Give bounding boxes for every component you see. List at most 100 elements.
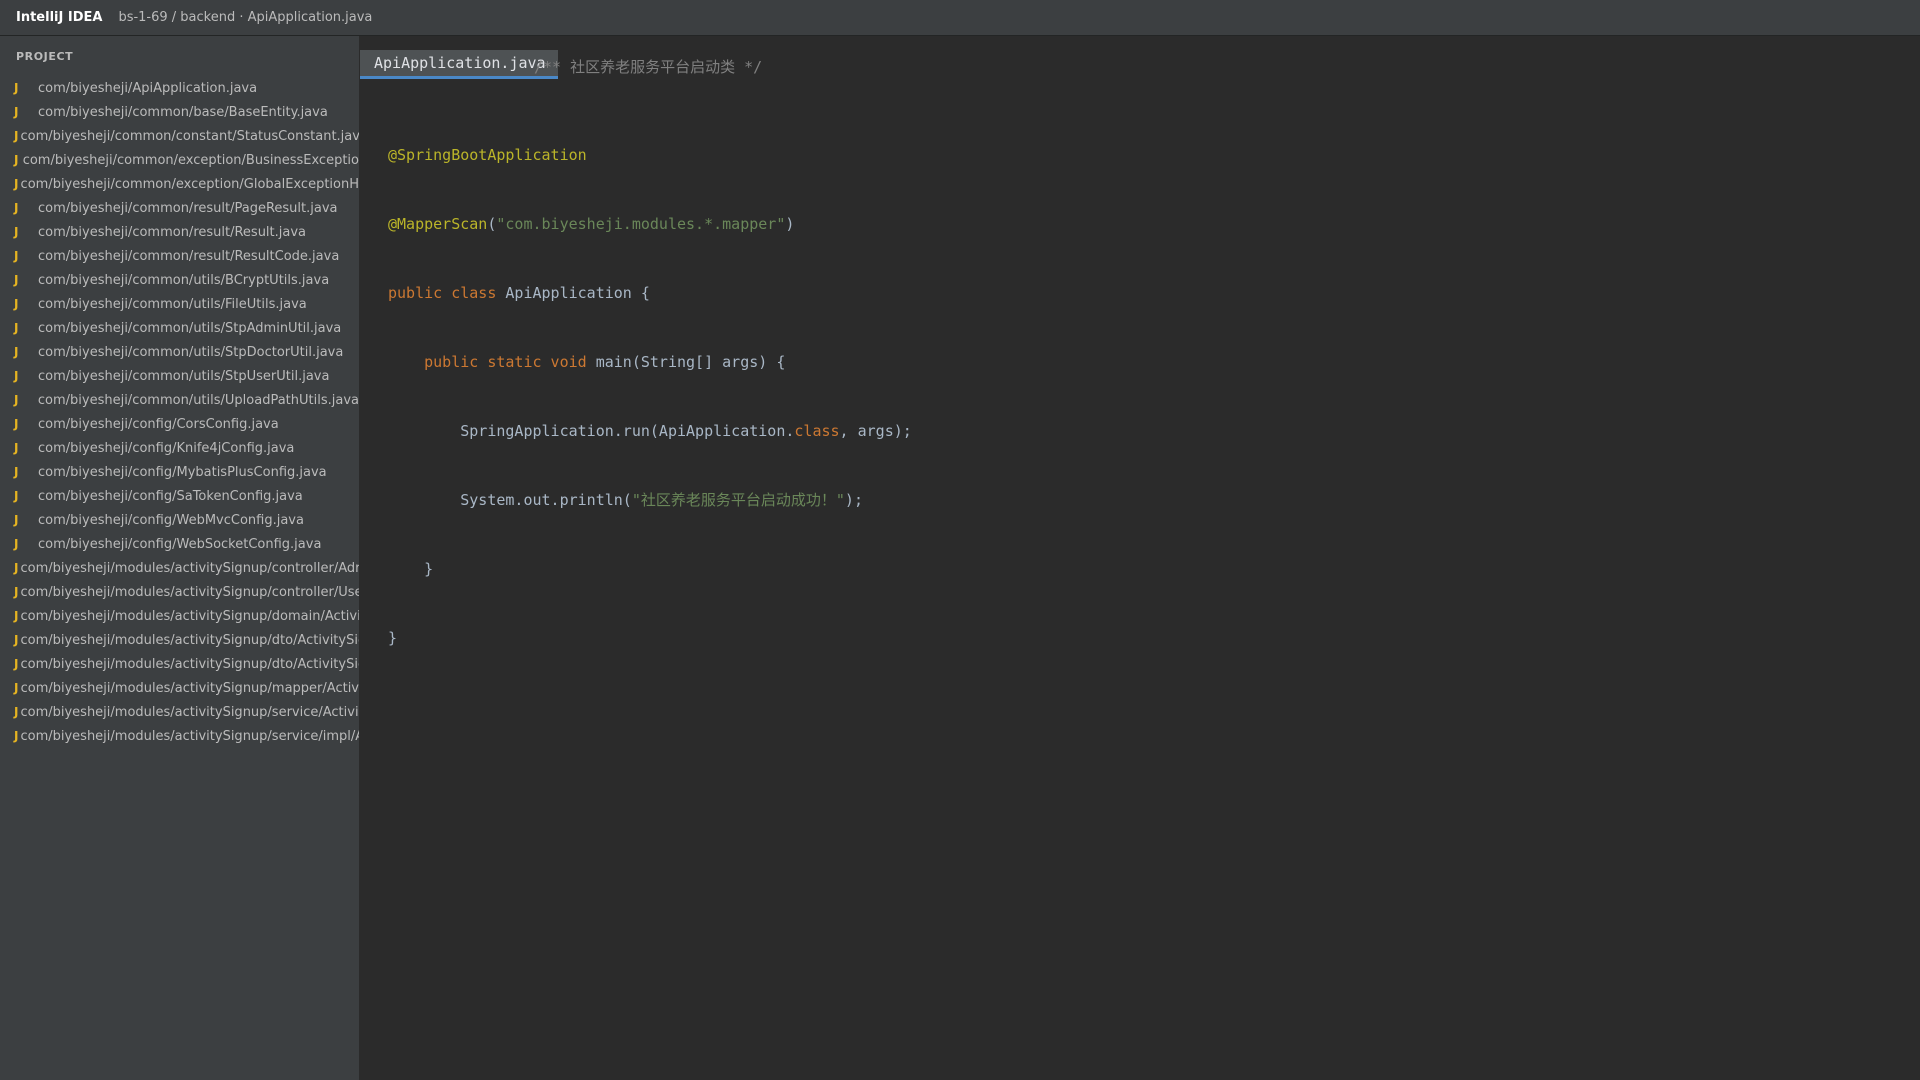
code-line-2: @MapperScan("com.biyesheji.modules.*.map…: [388, 215, 795, 233]
file-tree-item[interactable]: Jcom/biyesheji/modules/activitySignup/se…: [0, 700, 359, 724]
file-name-label: com/biyesheji/common/result/ResultCode.j…: [38, 248, 340, 264]
tab-apiapplication-java[interactable]: ApiApplication.java: [360, 50, 558, 79]
project-sidebar: PROJECT Jcom/biyesheji/ApiApplication.ja…: [0, 36, 360, 1080]
file-name-label: com/biyesheji/modules/activitySignup/dto…: [20, 656, 359, 672]
java-file-icon: J: [14, 273, 19, 287]
file-tree-item[interactable]: Jcom/biyesheji/common/constant/StatusCon…: [0, 124, 359, 148]
file-tree-item[interactable]: Jcom/biyesheji/common/utils/BCryptUtils.…: [0, 268, 359, 292]
file-tree-item[interactable]: Jcom/biyesheji/common/utils/StpDoctorUti…: [0, 340, 359, 364]
file-name-label: com/biyesheji/common/result/Result.java: [38, 224, 307, 240]
file-tree-item[interactable]: Jcom/biyesheji/ApiApplication.java: [0, 76, 359, 100]
file-tree-item[interactable]: Jcom/biyesheji/modules/activitySignup/do…: [0, 604, 359, 628]
code-line-7: }: [388, 560, 434, 578]
java-file-icon: J: [14, 537, 19, 551]
java-file-icon: J: [14, 153, 19, 167]
java-file-icon: J: [14, 441, 19, 455]
java-file-icon: J: [14, 513, 19, 527]
class-doc-comment: /** 社区养老服务平台启动类 */: [534, 58, 763, 76]
file-tree-item[interactable]: Jcom/biyesheji/common/result/ResultCode.…: [0, 244, 359, 268]
java-file-icon: J: [14, 729, 19, 743]
java-file-icon: J: [14, 225, 19, 239]
file-tree-item[interactable]: Jcom/biyesheji/common/exception/GlobalEx…: [0, 172, 359, 196]
java-file-icon: J: [14, 585, 19, 599]
file-tree-item[interactable]: Jcom/biyesheji/modules/activitySignup/se…: [0, 724, 359, 748]
file-name-label: com/biyesheji/modules/activitySignup/dto…: [20, 632, 359, 648]
tab-label: ApiApplication.java: [374, 54, 546, 72]
editor-tab-bar: ApiApplication.java /** 社区养老服务平台启动类 */: [360, 36, 1920, 82]
file-name-label: com/biyesheji/common/utils/UploadPathUti…: [37, 392, 359, 408]
file-tree-item[interactable]: Jcom/biyesheji/common/exception/Business…: [0, 148, 359, 172]
file-tree-item[interactable]: Jcom/biyesheji/config/Knife4jConfig.java: [0, 436, 359, 460]
file-name-label: com/biyesheji/config/Knife4jConfig.java: [38, 440, 295, 456]
file-tree-item[interactable]: Jcom/biyesheji/modules/activitySignup/co…: [0, 580, 359, 604]
file-tree: Jcom/biyesheji/ApiApplication.java Jcom/b…: [0, 76, 359, 748]
file-name-label: com/biyesheji/config/WebSocketConfig.jav…: [38, 536, 322, 552]
java-file-icon: J: [14, 249, 19, 263]
file-name-label: com/biyesheji/common/utils/BCryptUtils.j…: [38, 272, 330, 288]
file-name-label: com/biyesheji/common/utils/FileUtils.jav…: [38, 296, 307, 312]
java-file-icon: J: [14, 321, 19, 335]
breadcrumb[interactable]: bs-1-69 / backend · ApiApplication.java: [118, 10, 372, 25]
file-name-label: com/biyesheji/common/base/BaseEntity.jav…: [38, 104, 328, 120]
code-editor[interactable]: ApiApplication.java /** 社区养老服务平台启动类 */ @…: [360, 36, 1920, 1080]
file-tree-item[interactable]: Jcom/biyesheji/common/utils/StpUserUtil.…: [0, 364, 359, 388]
file-name-label: com/biyesheji/modules/activitySignup/dom…: [20, 608, 359, 624]
file-tree-item[interactable]: Jcom/biyesheji/modules/activitySignup/ma…: [0, 676, 359, 700]
file-tree-item[interactable]: Jcom/biyesheji/modules/activitySignup/dt…: [0, 628, 359, 652]
file-name-label: com/biyesheji/modules/activitySignup/ser…: [20, 704, 359, 720]
java-file-icon: J: [14, 105, 19, 119]
java-file-icon: J: [14, 369, 19, 383]
java-file-icon: J: [14, 465, 19, 479]
java-file-icon: J: [14, 81, 19, 95]
file-name-label: com/biyesheji/modules/activitySignup/ser…: [20, 728, 359, 744]
file-name-label: com/biyesheji/common/result/PageResult.j…: [38, 200, 338, 216]
title-bar: IntelliJ IDEA bs-1-69 / backend · ApiApp…: [0, 0, 1920, 36]
java-file-icon: J: [14, 489, 19, 503]
file-tree-item[interactable]: Jcom/biyesheji/modules/activitySignup/dt…: [0, 652, 359, 676]
file-tree-item[interactable]: Jcom/biyesheji/common/utils/FileUtils.ja…: [0, 292, 359, 316]
file-tree-item[interactable]: Jcom/biyesheji/common/result/PageResult.…: [0, 196, 359, 220]
file-name-label: com/biyesheji/common/utils/StpDoctorUtil…: [38, 344, 344, 360]
java-file-icon: J: [14, 609, 19, 623]
java-file-icon: J: [14, 129, 19, 143]
app-name: IntelliJ IDEA: [16, 10, 103, 25]
java-file-icon: J: [14, 681, 19, 695]
file-tree-item[interactable]: Jcom/biyesheji/common/utils/UploadPathUt…: [0, 388, 359, 412]
file-name-label: com/biyesheji/common/constant/StatusCons…: [20, 128, 359, 144]
code-line-3: public class ApiApplication {: [388, 284, 650, 302]
java-file-icon: J: [14, 393, 19, 407]
code-line-6: System.out.println("社区养老服务平台启动成功！");: [460, 491, 863, 509]
code-line-5: SpringApplication.run(ApiApplication.cla…: [460, 422, 912, 440]
file-name-label: com/biyesheji/common/utils/StpAdminUtil.…: [38, 320, 342, 336]
java-file-icon: J: [14, 705, 19, 719]
file-name-label: com/biyesheji/config/MybatisPlusConfig.j…: [38, 464, 327, 480]
file-name-label: com/biyesheji/config/SaTokenConfig.java: [38, 488, 303, 504]
file-name-label: com/biyesheji/config/CorsConfig.java: [38, 416, 279, 432]
file-name-label: com/biyesheji/common/exception/BusinessE…: [22, 152, 359, 168]
java-file-icon: J: [14, 345, 19, 359]
file-tree-item[interactable]: Jcom/biyesheji/config/SaTokenConfig.java: [0, 484, 359, 508]
code-area[interactable]: @SpringBootApplication @MapperScan("com.…: [388, 98, 912, 696]
file-tree-item[interactable]: Jcom/biyesheji/common/utils/StpAdminUtil…: [0, 316, 359, 340]
file-name-label: com/biyesheji/ApiApplication.java: [38, 80, 258, 96]
java-file-icon: J: [14, 561, 19, 575]
file-tree-item[interactable]: Jcom/biyesheji/config/WebMvcConfig.java: [0, 508, 359, 532]
file-tree-item[interactable]: Jcom/biyesheji/modules/activitySignup/co…: [0, 556, 359, 580]
java-file-icon: J: [14, 177, 19, 191]
java-file-icon: J: [14, 657, 19, 671]
file-name-label: com/biyesheji/modules/activitySignup/con…: [20, 560, 359, 576]
java-file-icon: J: [14, 417, 19, 431]
file-tree-item[interactable]: Jcom/biyesheji/config/WebSocketConfig.ja…: [0, 532, 359, 556]
file-tree-item[interactable]: Jcom/biyesheji/common/base/BaseEntity.ja…: [0, 100, 359, 124]
project-panel-header: PROJECT: [16, 50, 74, 63]
file-tree-item[interactable]: Jcom/biyesheji/config/MybatisPlusConfig.…: [0, 460, 359, 484]
file-tree-item[interactable]: Jcom/biyesheji/config/CorsConfig.java: [0, 412, 359, 436]
file-name-label: com/biyesheji/modules/activitySignup/map…: [20, 680, 359, 696]
file-name-label: com/biyesheji/common/utils/StpUserUtil.j…: [38, 368, 330, 384]
file-name-label: com/biyesheji/modules/activitySignup/con…: [20, 584, 359, 600]
file-name-label: com/biyesheji/common/exception/GlobalExc…: [20, 176, 359, 192]
java-file-icon: J: [14, 201, 19, 215]
file-name-label: com/biyesheji/config/WebMvcConfig.java: [38, 512, 304, 528]
code-line-4: public static void main(String[] args) {: [424, 353, 786, 371]
file-tree-item[interactable]: Jcom/biyesheji/common/result/Result.java: [0, 220, 359, 244]
